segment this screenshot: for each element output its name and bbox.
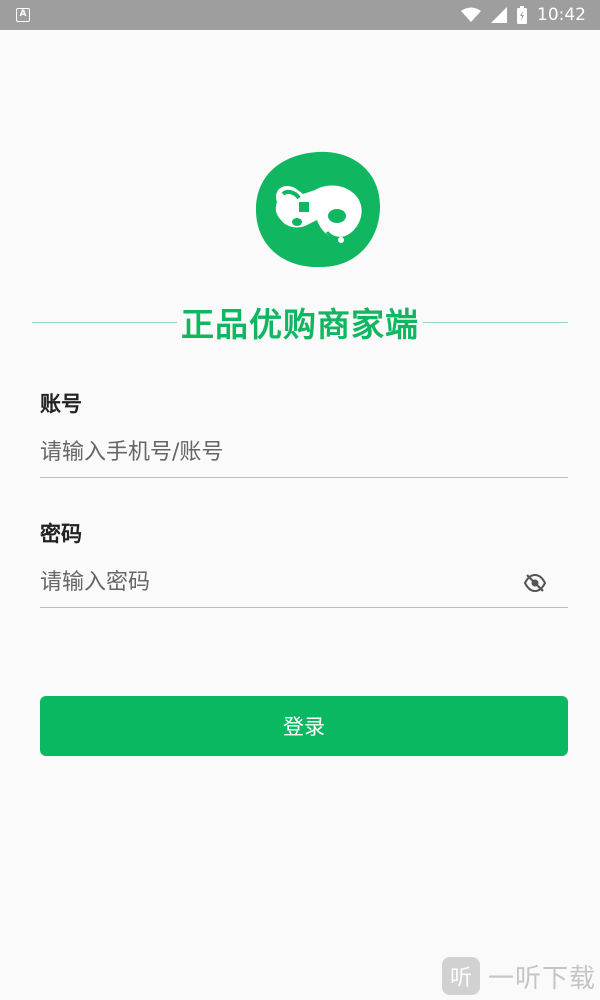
title-divider-left [32, 321, 177, 323]
password-field[interactable] [40, 558, 568, 608]
account-input[interactable] [40, 440, 568, 465]
signal-icon [491, 7, 507, 23]
title-row: 正品优购商家端 [32, 302, 568, 344]
battery-icon [517, 6, 527, 24]
password-input[interactable] [40, 570, 522, 595]
login-button[interactable]: 登录 [40, 696, 568, 756]
app-title: 正品优购商家端 [181, 305, 419, 344]
title-divider-right [423, 321, 568, 323]
app-logo-icon [256, 151, 381, 268]
account-label: 账号 [40, 392, 82, 416]
watermark-badge: 听 [442, 957, 480, 995]
eye-off-icon [524, 573, 546, 592]
account-field[interactable] [40, 428, 568, 478]
password-label: 密码 [40, 522, 82, 546]
watermark-text: 一听下载 [488, 963, 597, 994]
wifi-icon [461, 7, 481, 22]
status-bar: A 10:42 [0, 0, 600, 30]
toggle-password-visibility-button[interactable] [522, 570, 548, 596]
notification-icon: A [16, 8, 30, 22]
watermark: 听 一听下载 [442, 956, 596, 996]
status-time: 10:42 [537, 5, 586, 25]
